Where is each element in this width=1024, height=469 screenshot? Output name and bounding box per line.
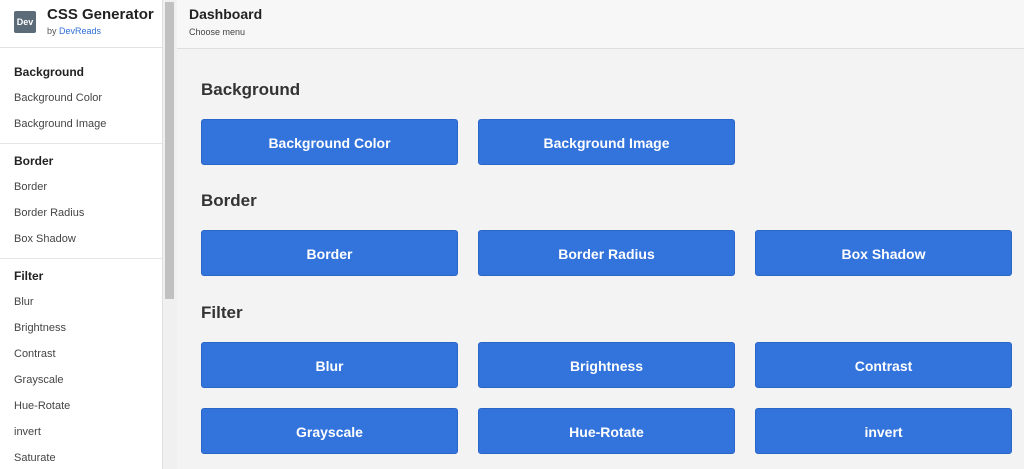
page-subtitle: Choose menu bbox=[189, 27, 246, 37]
hue-rotate-button[interactable]: Hue-Rotate bbox=[478, 408, 735, 454]
sidebar: Dev CSS Generator by DevReads Background… bbox=[0, 0, 162, 469]
brightness-button[interactable]: Brightness bbox=[478, 342, 735, 388]
sidebar-divider bbox=[0, 258, 162, 259]
border-button[interactable]: Border bbox=[201, 230, 458, 276]
page-header: Dashboard Choose menu bbox=[177, 0, 1024, 49]
devreads-link[interactable]: DevReads bbox=[59, 26, 101, 36]
page-title: Dashboard bbox=[189, 6, 263, 22]
section-title-filter: Filter bbox=[201, 303, 243, 322]
byline-prefix: by bbox=[47, 26, 57, 36]
scrollbar-thumb[interactable] bbox=[165, 2, 174, 299]
invert-button[interactable]: invert bbox=[755, 408, 1012, 454]
sidebar-item-saturate[interactable]: Saturate bbox=[14, 452, 56, 464]
background-image-button[interactable]: Background Image bbox=[478, 119, 735, 165]
sidebar-item-border[interactable]: Border bbox=[14, 181, 47, 193]
sidebar-heading-background: Background bbox=[14, 65, 85, 79]
sidebar-item-brightness[interactable]: Brightness bbox=[14, 322, 66, 334]
sidebar-item-background-color[interactable]: Background Color bbox=[14, 92, 102, 104]
sidebar-heading-filter: Filter bbox=[14, 269, 44, 283]
sidebar-item-box-shadow[interactable]: Box Shadow bbox=[14, 233, 76, 245]
section-title-border: Border bbox=[201, 191, 257, 210]
dev-logo-icon: Dev bbox=[14, 11, 36, 33]
grayscale-button[interactable]: Grayscale bbox=[201, 408, 458, 454]
sidebar-scrollbar[interactable] bbox=[162, 0, 177, 469]
sidebar-item-grayscale[interactable]: Grayscale bbox=[14, 374, 64, 386]
sidebar-item-invert[interactable]: invert bbox=[14, 426, 41, 438]
sidebar-item-contrast[interactable]: Contrast bbox=[14, 348, 56, 360]
border-radius-button[interactable]: Border Radius bbox=[478, 230, 735, 276]
blur-button[interactable]: Blur bbox=[201, 342, 458, 388]
brand-header: Dev CSS Generator by DevReads bbox=[0, 0, 162, 48]
sidebar-item-border-radius[interactable]: Border Radius bbox=[14, 207, 84, 219]
sidebar-item-hue-rotate[interactable]: Hue-Rotate bbox=[14, 400, 70, 412]
section-title-background: Background bbox=[201, 80, 301, 99]
sidebar-item-blur[interactable]: Blur bbox=[14, 296, 34, 308]
brand-title: CSS Generator bbox=[47, 6, 154, 23]
app-window: Dev CSS Generator by DevReads Background… bbox=[0, 0, 1024, 469]
contrast-button[interactable]: Contrast bbox=[755, 342, 1012, 388]
sidebar-heading-border: Border bbox=[14, 154, 54, 168]
brand-byline: by DevReads bbox=[47, 26, 101, 36]
background-color-button[interactable]: Background Color bbox=[201, 119, 458, 165]
box-shadow-button[interactable]: Box Shadow bbox=[755, 230, 1012, 276]
sidebar-divider bbox=[0, 143, 162, 144]
sidebar-item-background-image[interactable]: Background Image bbox=[14, 118, 106, 130]
